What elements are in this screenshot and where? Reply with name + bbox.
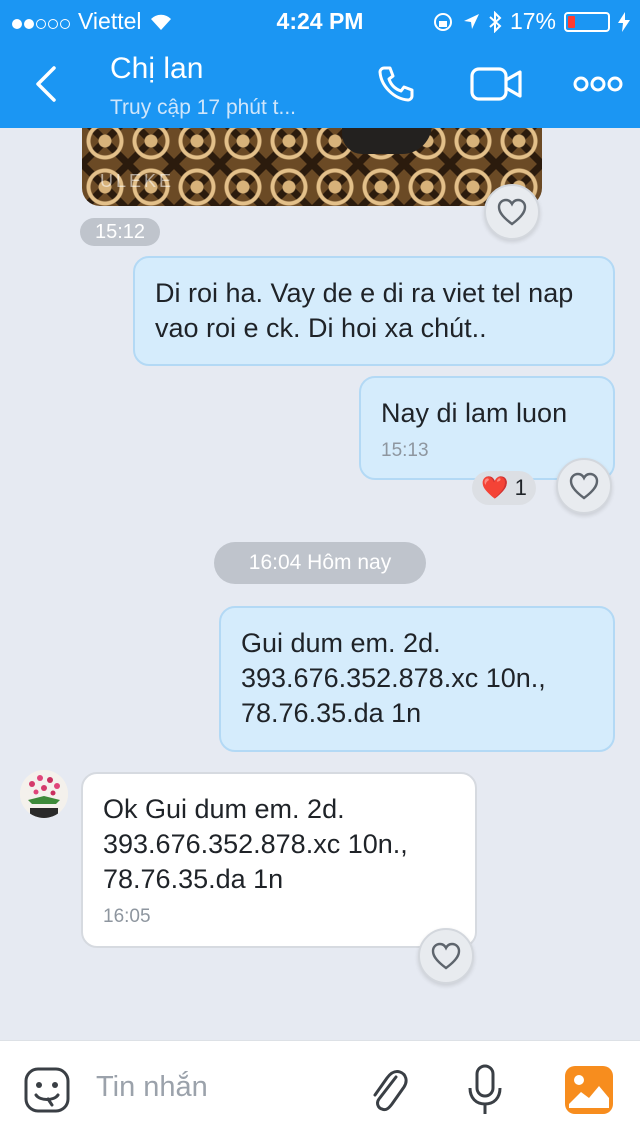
message-text: Nay di lam luon [381,398,568,428]
back-button[interactable] [28,62,64,106]
message-text: Ok Gui dum em. 2d. 393.676.352.878.xc 10… [103,794,408,894]
battery-percent: 17% [509,8,556,34]
carrier-label: Viettel [78,8,142,34]
attach-button[interactable] [362,1063,416,1117]
sticker-button[interactable] [20,1063,74,1117]
video-call-button[interactable] [468,60,524,108]
photo-gallery-icon [565,1066,613,1114]
date-separator: 16:04 Hôm nay [214,542,426,584]
message-bubble-incoming[interactable]: Ok Gui dum em. 2d. 393.676.352.878.xc 10… [81,772,477,948]
voice-record-button[interactable] [458,1063,512,1117]
location-icon [463,13,479,29]
heart-outline-icon [497,198,527,226]
flower-avatar-icon [20,770,68,818]
bluetooth-icon [489,10,502,33]
reaction-badge[interactable]: ❤️ 1 [472,471,536,505]
video-camera-icon [470,67,522,101]
status-bar: Viettel 4:24 PM 17% [0,0,640,40]
phone-icon [378,66,414,102]
battery-icon [564,11,610,32]
image-timestamp: 15:12 [80,218,160,246]
message-timestamp: 15:13 [381,440,429,461]
image-watermark: ULEKE [100,171,175,191]
smiley-icon [24,1067,70,1113]
composer-bar: Tin nhắn [0,1040,640,1136]
paperclip-icon [373,1070,408,1112]
wifi-icon [150,14,171,30]
more-options-button[interactable] [570,60,626,108]
message-input[interactable]: Tin nhắn [96,1071,208,1104]
message-timestamp: 16:05 [103,906,151,927]
like-button[interactable] [484,184,540,240]
like-button[interactable] [556,458,612,514]
shoe-photo-detail [342,128,432,154]
contact-avatar[interactable] [20,770,68,818]
heart-reaction-icon: ❤️ [481,475,509,500]
message-list[interactable]: ULEKE 15:12 Di roi ha. Vay de e di ra vi… [0,128,640,1040]
message-text: Gui dum em. 2d. 393.676.352.878.xc 10n.,… [241,628,546,728]
more-dots-icon [573,76,623,92]
chat-header: Chị lan Truy cập 17 phút t... [0,40,640,128]
heart-outline-icon [431,942,461,970]
message-text: Di roi ha. Vay de e di ra viet tel nap v… [155,278,574,343]
chevron-left-icon [36,66,56,102]
microphone-icon [468,1064,502,1114]
like-button[interactable] [418,928,474,984]
message-bubble-outgoing[interactable]: Di roi ha. Vay de e di ra viet tel nap v… [133,256,615,366]
contact-name[interactable]: Chị lan [110,52,203,86]
charging-bolt-icon [618,11,630,32]
last-seen-status: Truy cập 17 phút t... [110,96,296,119]
signal-dots-icon [12,8,72,35]
message-bubble-outgoing[interactable]: Gui dum em. 2d. 393.676.352.878.xc 10n.,… [219,606,615,752]
photo-button[interactable] [562,1063,616,1117]
voice-call-button[interactable] [368,60,424,108]
heart-outline-icon [569,472,599,500]
rotation-lock-icon [433,12,452,31]
image-message[interactable]: ULEKE [82,128,542,206]
reaction-count: 1 [514,475,527,500]
